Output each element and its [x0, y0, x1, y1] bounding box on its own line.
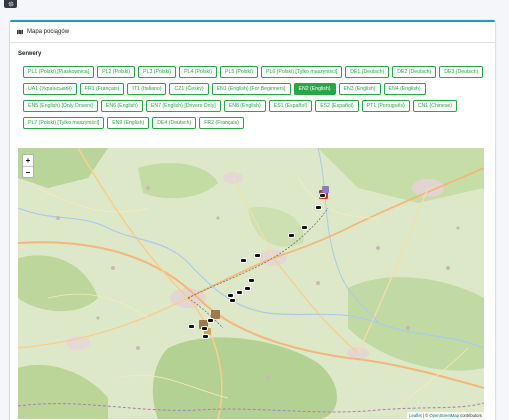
server-button[interactable]: ES2 (Español) — [315, 100, 359, 112]
server-button[interactable]: PL7 (Polski) [Tylko maszyniści] — [23, 117, 105, 129]
server-button-group: PL1 (Polski) [Piaskownica] PL2 (Polski) PL… — [23, 66, 493, 129]
server-button[interactable]: UA1 (Український) — [23, 83, 77, 95]
server-button[interactable]: EN4 (English) — [383, 83, 426, 95]
server-button[interactable]: EN6 (English) — [100, 100, 143, 112]
train-marker[interactable] — [244, 286, 251, 291]
train-marker[interactable] — [240, 258, 247, 263]
train-marker[interactable] — [248, 278, 255, 283]
server-button[interactable]: PL3 (Polski) — [138, 66, 177, 78]
server-button[interactable]: IT1 (Italiano) — [127, 83, 167, 95]
server-button[interactable]: FR1 (Français) — [79, 83, 125, 95]
map-icon — [17, 29, 23, 35]
server-button[interactable]: EN7 (English) [Drivers Only] — [145, 100, 221, 112]
map-tiles — [18, 148, 484, 419]
train-marker[interactable] — [201, 326, 208, 331]
server-button[interactable]: PL1 (Polski) [Piaskownica] — [23, 66, 95, 78]
zoom-in-button[interactable]: + — [23, 155, 33, 166]
server-button[interactable]: DE1 (Deutsch) — [345, 66, 390, 78]
server-button[interactable]: CN1 (Chinese) — [412, 100, 458, 112]
gear-icon — [8, 1, 13, 7]
train-marker[interactable] — [315, 205, 322, 210]
server-button[interactable]: EN1 (English) [For Beginners] — [211, 83, 291, 95]
server-button[interactable]: EN3 (English) — [338, 83, 381, 95]
server-button[interactable]: DE4 (Deutsch) — [152, 117, 197, 129]
server-button[interactable]: PL2 (Polski) — [97, 66, 136, 78]
server-button[interactable]: EN5 (English) [Only Drivers] — [23, 100, 98, 112]
station-marker[interactable] — [322, 186, 329, 193]
train-marker[interactable] — [301, 225, 308, 230]
server-button[interactable]: CZ1 (Český) — [169, 83, 209, 95]
train-marker[interactable] — [229, 298, 236, 303]
card-header: Mapa pociągów — [10, 22, 495, 43]
train-marker[interactable] — [254, 253, 261, 258]
card-title: Mapa pociągów — [27, 29, 70, 35]
server-button[interactable]: DE3 (Deutsch) — [439, 66, 484, 78]
train-marker[interactable] — [288, 233, 295, 238]
zoom-control: + − — [22, 154, 34, 178]
train-marker[interactable] — [236, 290, 243, 295]
train-marker[interactable] — [319, 193, 326, 198]
server-button[interactable]: ES1 (Español) — [268, 100, 313, 112]
train-map-card: Mapa pociągów Serwery PL1 (Polski) [Pias… — [10, 20, 495, 420]
settings-button[interactable] — [4, 0, 17, 8]
server-button[interactable]: DE2 (Deutsch) — [392, 66, 437, 78]
server-button[interactable]: FR2 (Français) — [199, 117, 244, 129]
zoom-out-button[interactable]: − — [23, 166, 33, 177]
servers-label: Serwery — [18, 51, 42, 57]
server-button[interactable]: PL6 (Polski) [Tylko maszyniści] — [261, 66, 343, 78]
train-marker[interactable] — [202, 334, 209, 339]
osm-link[interactable]: OpenStreetMap — [429, 413, 459, 418]
server-button[interactable]: EN8 (English) — [223, 100, 266, 112]
server-button[interactable]: EN9 (English) — [107, 117, 150, 129]
server-button[interactable]: PT1 (Português) — [361, 100, 410, 112]
leaflet-link[interactable]: Leaflet — [409, 413, 422, 418]
server-button[interactable]: EN2 (English) — [293, 83, 336, 95]
map-attribution: Leaflet | © OpenStreetMap contributors — [407, 412, 484, 419]
server-button[interactable]: PL4 (Polski) — [179, 66, 218, 78]
train-marker[interactable] — [188, 324, 195, 329]
server-button[interactable]: PL5 (Polski) — [220, 66, 258, 78]
map-view[interactable]: + − Leaflet | © OpenStreetMap contributo… — [18, 148, 484, 419]
train-marker[interactable] — [207, 318, 214, 323]
